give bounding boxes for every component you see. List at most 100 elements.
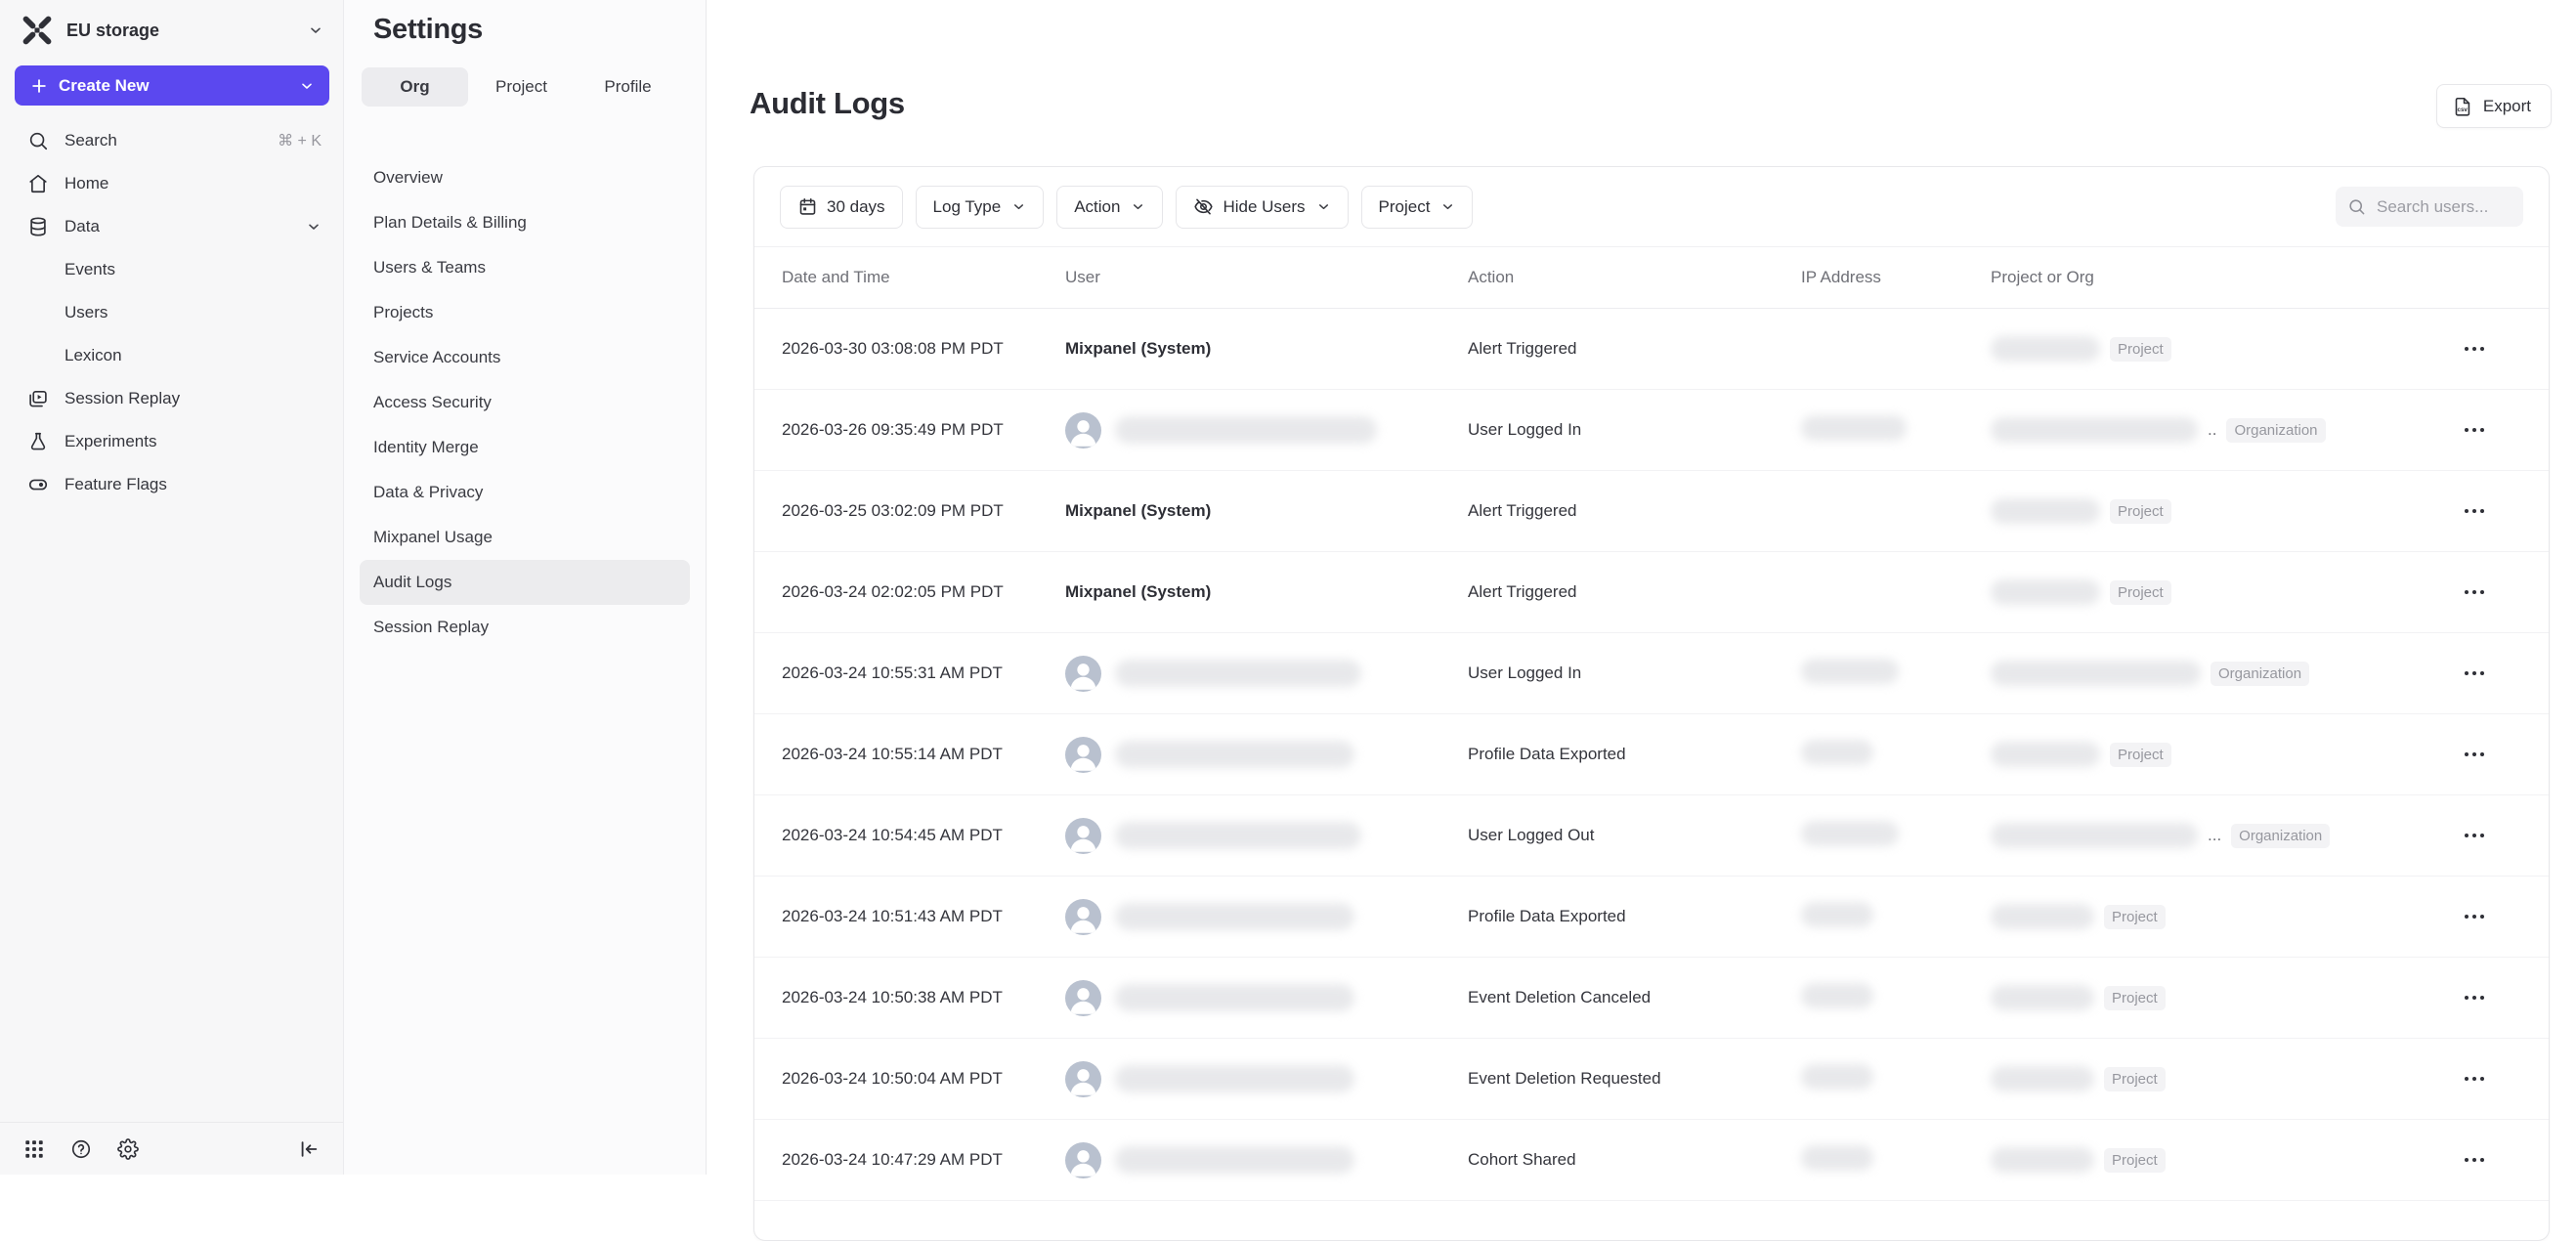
row-actions-button[interactable] bbox=[2459, 499, 2491, 524]
redacted-ip-address bbox=[1801, 740, 1873, 765]
sidebar-item-experiments[interactable]: Experiments bbox=[0, 420, 343, 463]
sidebar-item-label: Experiments bbox=[64, 432, 156, 451]
sidebar-item-lexicon[interactable]: Lexicon bbox=[0, 334, 343, 377]
row-actions-button[interactable] bbox=[2459, 580, 2491, 605]
csv-file-icon: csv bbox=[2452, 96, 2473, 117]
sidebar-item-data[interactable]: Data bbox=[0, 205, 343, 248]
scope-type-badge: Project bbox=[2104, 905, 2166, 929]
row-actions-button[interactable] bbox=[2459, 337, 2491, 362]
filter-30-days-button[interactable]: 30 days bbox=[780, 186, 903, 229]
user-cell bbox=[1065, 899, 1468, 935]
filter-log-type-button[interactable]: Log Type bbox=[916, 186, 1045, 229]
filter-label: 30 days bbox=[827, 197, 885, 217]
sidebar-item-home[interactable]: Home bbox=[0, 162, 343, 205]
settings-menu-item-service-accounts[interactable]: Service Accounts bbox=[360, 335, 690, 380]
datetime-cell: 2026-03-25 03:02:09 PM PDT bbox=[782, 501, 1065, 521]
ip-address-cell bbox=[1801, 1064, 1991, 1094]
settings-menu-item-session-replay[interactable]: Session Replay bbox=[360, 605, 690, 650]
settings-menu-item-access-security[interactable]: Access Security bbox=[360, 380, 690, 425]
row-actions-button[interactable] bbox=[2459, 662, 2491, 686]
redacted-user-email bbox=[1115, 903, 1354, 930]
row-actions-button[interactable] bbox=[2459, 905, 2491, 929]
ip-address-cell bbox=[1801, 659, 1991, 689]
redacted-user-email bbox=[1115, 822, 1361, 849]
sidebar-item-feature-flags[interactable]: Feature Flags bbox=[0, 463, 343, 506]
chevron-down-icon bbox=[1011, 199, 1026, 214]
sidebar-item-events[interactable]: Events bbox=[0, 248, 343, 291]
row-menu-cell bbox=[2443, 743, 2549, 767]
redacted-scope-name bbox=[1991, 579, 2100, 605]
settings-title: Settings bbox=[373, 14, 706, 46]
settings-menu-item-audit-logs[interactable]: Audit Logs bbox=[360, 560, 690, 605]
project-or-org-cell: Project bbox=[1991, 985, 2443, 1010]
redacted-ip-address bbox=[1801, 821, 1899, 846]
scope-type-badge: Project bbox=[2104, 1148, 2166, 1173]
main-content: Audit Logs csv Export 30 daysLog TypeAct… bbox=[707, 0, 2576, 1175]
settings-menu-item-data-privacy[interactable]: Data & Privacy bbox=[360, 470, 690, 515]
row-actions-button[interactable] bbox=[2459, 1067, 2491, 1091]
tab-org[interactable]: Org bbox=[362, 67, 468, 107]
sidebar-item-session-replay[interactable]: Session Replay bbox=[0, 377, 343, 420]
chevron-down-icon bbox=[1131, 199, 1145, 214]
redacted-ip-address bbox=[1801, 902, 1873, 927]
user-cell: Mixpanel (System) bbox=[1065, 501, 1468, 521]
sidebar-item-label: Session Replay bbox=[64, 389, 180, 408]
filter-project-button[interactable]: Project bbox=[1361, 186, 1474, 229]
gear-icon[interactable] bbox=[117, 1138, 139, 1160]
search-users-box bbox=[2336, 187, 2523, 227]
filter-hide-users-button[interactable]: Hide Users bbox=[1176, 186, 1348, 229]
sidebar-item-search[interactable]: Search⌘ + K bbox=[0, 119, 343, 162]
scope-type-badge: Project bbox=[2110, 499, 2171, 524]
row-menu-cell bbox=[2443, 1148, 2549, 1173]
table-row: 2026-03-24 10:50:04 AM PDTEvent Deletion… bbox=[754, 1039, 2549, 1120]
sidebar-item-label: Events bbox=[64, 260, 115, 279]
collapse-sidebar-icon[interactable] bbox=[298, 1138, 320, 1160]
tab-profile[interactable]: Profile bbox=[575, 67, 681, 107]
project-or-org-cell: Organization bbox=[1991, 661, 2443, 686]
settings-menu-item-identity-merge[interactable]: Identity Merge bbox=[360, 425, 690, 470]
user-name: Mixpanel (System) bbox=[1065, 339, 1211, 359]
settings-menu-item-projects[interactable]: Projects bbox=[360, 290, 690, 335]
redacted-scope-name bbox=[1991, 336, 2100, 362]
row-actions-button[interactable] bbox=[2459, 824, 2491, 848]
filter-bar: 30 days Log Type Action Hide Users Project bbox=[754, 167, 2549, 247]
row-menu-cell bbox=[2443, 824, 2549, 848]
search-icon bbox=[27, 130, 49, 151]
help-circle-icon[interactable] bbox=[70, 1138, 92, 1160]
search-users-input[interactable] bbox=[2375, 196, 2512, 218]
table-row: 2026-03-24 10:50:38 AM PDTEvent Deletion… bbox=[754, 958, 2549, 1039]
org-switcher[interactable]: EU storage bbox=[0, 0, 343, 56]
sidebar-item-users[interactable]: Users bbox=[0, 291, 343, 334]
row-actions-button[interactable] bbox=[2459, 986, 2491, 1010]
project-or-org-cell: Project bbox=[1991, 579, 2443, 605]
row-menu-cell bbox=[2443, 905, 2549, 929]
export-button[interactable]: csv Export bbox=[2436, 84, 2552, 128]
settings-menu-item-overview[interactable]: Overview bbox=[360, 155, 690, 200]
user-avatar-icon bbox=[1065, 899, 1101, 935]
scope-type-badge: Project bbox=[2110, 743, 2171, 767]
scope-type-badge: Organization bbox=[2231, 824, 2330, 848]
redacted-scope-name bbox=[1991, 985, 2094, 1010]
create-new-button[interactable]: Create New bbox=[15, 65, 329, 106]
filter-action-button[interactable]: Action bbox=[1056, 186, 1163, 229]
action-cell: Alert Triggered bbox=[1468, 582, 1801, 602]
row-actions-button[interactable] bbox=[2459, 743, 2491, 767]
apps-grid-icon[interactable] bbox=[23, 1138, 45, 1160]
datetime-cell: 2026-03-24 10:50:04 AM PDT bbox=[782, 1069, 1065, 1089]
settings-menu-item-plan-details-billing[interactable]: Plan Details & Billing bbox=[360, 200, 690, 245]
table-row: 2026-03-24 10:51:43 AM PDTProfile Data E… bbox=[754, 877, 2549, 958]
settings-menu-item-mixpanel-usage[interactable]: Mixpanel Usage bbox=[360, 515, 690, 560]
row-actions-button[interactable] bbox=[2459, 1148, 2491, 1173]
user-avatar-icon bbox=[1065, 1061, 1101, 1097]
chevron-down-icon bbox=[1440, 199, 1455, 214]
redacted-user-email bbox=[1115, 416, 1377, 444]
tab-project[interactable]: Project bbox=[468, 67, 575, 107]
settings-menu-item-users-teams[interactable]: Users & Teams bbox=[360, 245, 690, 290]
svg-text:csv: csv bbox=[2457, 106, 2468, 112]
user-cell bbox=[1065, 818, 1468, 854]
action-cell: User Logged Out bbox=[1468, 826, 1801, 845]
user-avatar-icon bbox=[1065, 980, 1101, 1016]
redacted-scope-name bbox=[1991, 742, 2100, 767]
row-actions-button[interactable] bbox=[2459, 418, 2491, 443]
project-or-org-cell: Project bbox=[1991, 742, 2443, 767]
